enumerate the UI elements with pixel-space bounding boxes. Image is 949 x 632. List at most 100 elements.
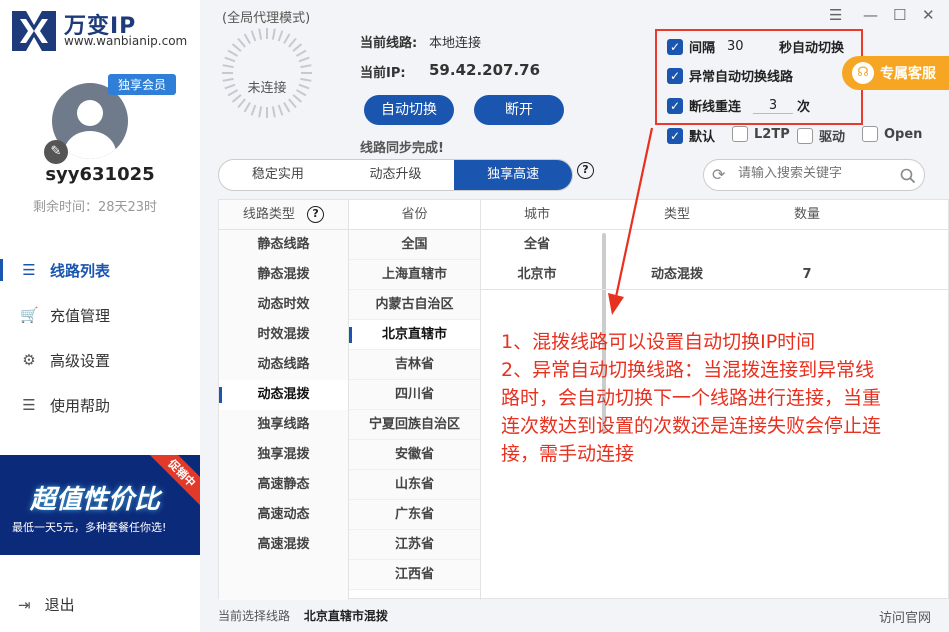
tab-exclusive-fast[interactable]: 独享高速 xyxy=(454,160,572,190)
selected-line-value: 北京直辖市混拨 xyxy=(303,609,388,623)
brand-url: www.wanbianip.com xyxy=(64,34,188,48)
annotation-text: 1、混拨线路可以设置自动切换IP时间 2、异常自动切换线路：当混拨连接到异常线 路时… xyxy=(501,328,931,468)
refresh-icon[interactable]: ⟳ xyxy=(712,165,725,184)
retry-label: 断线重连 xyxy=(689,100,742,115)
line-type-item[interactable]: 高速静态 xyxy=(219,470,348,500)
protocol-l2tp-checkbox[interactable] xyxy=(732,126,748,142)
line-type-item[interactable]: 时效混拨 xyxy=(219,320,348,350)
line-type-item[interactable]: 高速混拨 xyxy=(219,530,348,560)
province-item[interactable]: 江西省 xyxy=(349,560,480,590)
province-item[interactable]: 全国 xyxy=(349,230,480,260)
edit-avatar-icon[interactable]: ✎ xyxy=(44,140,68,164)
protocol-open[interactable]: Open xyxy=(862,126,922,142)
province-item[interactable]: 四川省 xyxy=(349,380,480,410)
province-item[interactable]: 江苏省 xyxy=(349,530,480,560)
current-line-label: 当前线路: xyxy=(360,36,418,51)
province-item[interactable]: 安徽省 xyxy=(349,440,480,470)
help-icon[interactable]: ? xyxy=(577,162,594,179)
selected-line-label: 当前选择线路 xyxy=(218,609,291,623)
province-item[interactable]: 山东省 xyxy=(349,470,480,500)
menu-icon[interactable]: ☰ xyxy=(829,6,842,24)
proxy-mode: (全局代理模式) xyxy=(222,11,311,26)
line-type-item[interactable]: 动态线路 xyxy=(219,350,348,380)
auto-abnormal-checkbox[interactable]: ✓ xyxy=(667,67,683,84)
help-list-icon: ☰ xyxy=(22,396,36,414)
interval-input[interactable]: 30 xyxy=(727,39,775,54)
nav-advanced-settings[interactable]: ⚙ 高级设置 xyxy=(0,339,200,381)
status-bar: 当前选择线路 北京直辖市混拨 xyxy=(218,607,388,624)
search-input[interactable] xyxy=(738,166,898,181)
protocol-open-checkbox[interactable] xyxy=(862,126,878,142)
protocol-driver[interactable]: 驱动 xyxy=(797,126,845,145)
search-icon[interactable] xyxy=(900,168,916,184)
logout-label: 退出 xyxy=(44,596,75,614)
province-header: 省份 xyxy=(349,200,480,230)
province-item[interactable]: 广东省 xyxy=(349,500,480,530)
annotation-line: 1、混拨线路可以设置自动切换IP时间 xyxy=(501,331,816,353)
line-type-item[interactable]: 独享线路 xyxy=(219,410,348,440)
province-item[interactable]: 吉林省 xyxy=(349,350,480,380)
nav-line-list[interactable]: ☰ 线路列表 xyxy=(0,249,200,291)
protocol-driver-checkbox[interactable] xyxy=(797,127,813,144)
protocol-default-checkbox[interactable]: ✓ xyxy=(667,127,683,144)
city-cell-count: 7 xyxy=(802,267,812,282)
line-type-help-icon[interactable]: ? xyxy=(307,206,325,223)
line-type-item[interactable]: 动态混拨 xyxy=(219,380,348,410)
city-cell-count xyxy=(777,230,837,260)
logout-button[interactable]: ⇥ 退出 xyxy=(18,594,75,615)
line-type-list: 静态线路 静态混拨 动态时效 时效混拨 动态线路 动态混拨 独享线路 独享混拨 高速静态 高速动态… xyxy=(219,230,348,560)
protocol-l2tp[interactable]: L2TP xyxy=(732,126,790,142)
close-icon[interactable]: ✕ xyxy=(922,6,935,24)
annotation-arrow-icon xyxy=(608,127,654,315)
service-label: 专属客服 xyxy=(880,66,936,82)
city-cell-city: 北京市 xyxy=(517,267,557,282)
current-ip-value: 59.42.207.76 xyxy=(429,61,541,79)
nav-label: 使用帮助 xyxy=(50,396,111,415)
tab-stable[interactable]: 稳定实用 xyxy=(219,160,337,190)
retry-checkbox[interactable]: ✓ xyxy=(667,97,683,114)
province-item[interactable]: 内蒙古自治区 xyxy=(349,290,480,320)
disconnect-button[interactable]: 断开 xyxy=(474,95,564,125)
minimize-icon[interactable]: — xyxy=(863,6,878,24)
app-window: 万变IP www.wanbianip.com 独享会员 ✎ syy631025 … xyxy=(0,0,949,632)
protocol-default[interactable]: ✓ 默认 xyxy=(667,126,715,145)
province-item[interactable]: 上海直辖市 xyxy=(349,260,480,290)
customer-service-button[interactable]: ☊ 专属客服 xyxy=(842,56,949,90)
city-row[interactable]: 全省 xyxy=(481,230,949,260)
protocol-label: Open xyxy=(884,126,923,142)
current-line-value: 本地连接 xyxy=(429,36,482,51)
nav-help[interactable]: ☰ 使用帮助 xyxy=(0,384,200,426)
interval-checkbox[interactable]: ✓ xyxy=(667,38,683,55)
auto-abnormal-option[interactable]: ✓ 异常自动切换线路 xyxy=(667,66,793,85)
annotation-line: 2、异常自动切换线路：当混拨连接到异常线 xyxy=(501,359,875,381)
visit-site-link[interactable]: 访问官网 xyxy=(879,607,931,626)
search-box: ⟳ xyxy=(703,159,925,191)
line-type-item[interactable]: 独享混拨 xyxy=(219,440,348,470)
line-type-item[interactable]: 静态线路 xyxy=(219,230,348,260)
province-item[interactable]: 宁夏回族自治区 xyxy=(349,410,480,440)
retry-input[interactable]: 3 xyxy=(753,98,794,114)
count-header: 数量 xyxy=(793,207,820,222)
list-icon: ☰ xyxy=(22,261,36,279)
auto-switch-button[interactable]: 自动切换 xyxy=(364,95,454,125)
province-item[interactable]: 北京直辖市 xyxy=(349,320,480,350)
retry-option[interactable]: ✓ 断线重连 3 次 xyxy=(667,96,810,115)
nav-recharge[interactable]: 🛒 充值管理 xyxy=(0,294,200,336)
province-column: 省份 全国 上海直辖市 内蒙古自治区 北京直辖市 吉林省 四川省 宁夏回族自治区 安徽省 山东省… xyxy=(349,200,606,600)
maximize-icon[interactable]: ☐ xyxy=(893,6,906,24)
interval-option[interactable]: ✓ 间隔 30 秒自动切换 xyxy=(667,37,844,56)
line-type-item[interactable]: 静态混拨 xyxy=(219,260,348,290)
city-header-row: 城市 类型 数量 xyxy=(481,200,949,230)
city-row[interactable]: 北京市 动态混拨 7 xyxy=(481,260,949,290)
tab-dynamic[interactable]: 动态升级 xyxy=(337,160,455,190)
remaining-time: 剩余时间：28天23时 xyxy=(32,200,158,215)
line-type-item[interactable]: 动态时效 xyxy=(219,290,348,320)
banner-title: 超值性价比 xyxy=(30,485,161,515)
protocol-label: 驱动 xyxy=(819,130,846,145)
promo-banner[interactable]: 超值性价比 最低一天5元，多种套餐任你选! 促销中 xyxy=(0,455,200,555)
city-cell-city: 全省 xyxy=(523,237,550,252)
annotation-line: 路时，会自动切换下一个线路进行连接，当重 xyxy=(501,387,882,409)
city-list: 全省北京市 动态混拨 7 xyxy=(481,230,949,290)
logo-icon xyxy=(12,11,56,51)
line-type-item[interactable]: 高速动态 xyxy=(219,500,348,530)
